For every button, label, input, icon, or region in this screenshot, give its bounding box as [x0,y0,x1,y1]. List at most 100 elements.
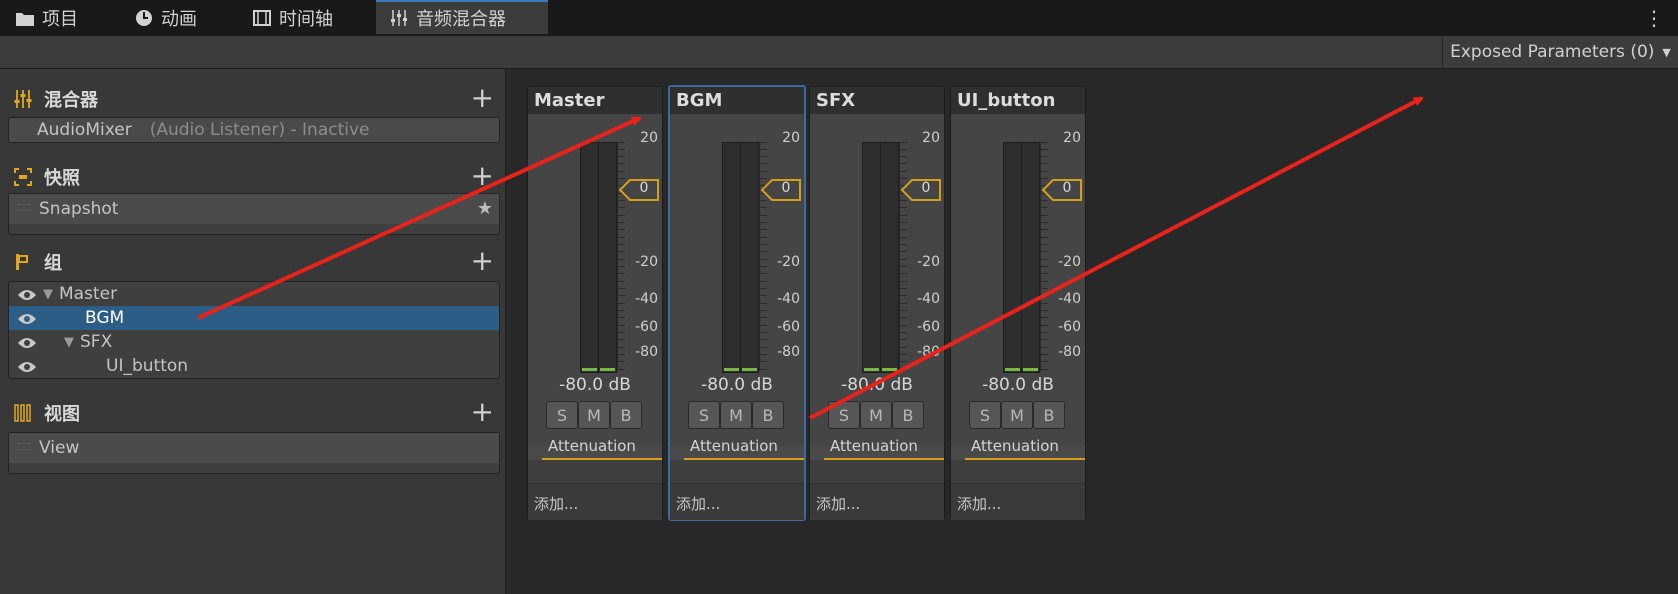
bypass-button[interactable]: B [1033,401,1065,429]
mute-button[interactable]: M [1001,401,1033,429]
add-snapshot-button[interactable]: + [471,162,494,190]
mixer-icon [390,10,408,26]
mute-button[interactable]: M [860,401,892,429]
eye-icon[interactable] [17,287,37,307]
drag-handle-icon[interactable] [17,443,31,450]
scale-tick [618,273,625,274]
scale-label: -20 [917,254,940,270]
scale-tick [760,251,767,252]
scale-label: -60 [635,319,658,335]
solo-button[interactable]: S [828,401,860,429]
scale-tick [618,369,625,370]
views-title: 视图 [44,404,80,425]
scale-tick [1041,369,1048,370]
drag-handle-icon[interactable] [17,204,31,211]
views-header: 视图 + [14,398,494,426]
strip-name-label: UI_button [957,90,1056,111]
scale-tick [760,229,767,230]
groups-header: 组 + [14,247,494,275]
snapshot-item[interactable]: Snapshot ★ [9,194,499,224]
bypass-button[interactable]: B [892,401,924,429]
attenuation-effect[interactable]: Attenuation [824,434,944,460]
attenuation-effect[interactable]: Attenuation [542,434,662,460]
tab-animation-label: 动画 [161,9,197,30]
snapshots-title: 快照 [44,168,80,189]
add-group-button[interactable]: + [471,247,494,275]
bypass-button[interactable]: B [752,401,784,429]
attenuation-effect[interactable]: Attenuation [965,434,1085,460]
eye-icon[interactable] [17,311,37,331]
solo-button[interactable]: S [688,401,720,429]
scale-tick [900,222,907,223]
solo-button[interactable]: S [969,401,1001,429]
tab-animation[interactable]: 动画 [135,0,197,36]
scale-tick [618,244,625,245]
scale-tick [900,361,907,362]
group-label-bgm: BGM [85,308,125,328]
solo-button[interactable]: S [546,401,578,429]
expand-triangle-icon[interactable]: ▼ [64,335,74,350]
scale-tick [900,229,907,230]
scale-tick [900,156,907,157]
eye-icon[interactable] [17,359,37,379]
group-row-sfx[interactable]: ▼ SFX [9,330,499,354]
strip-header: BGM [670,87,804,114]
scale-line [759,142,760,371]
group-row-ui-button[interactable]: UI_button [9,354,499,378]
scale-tick [900,149,907,150]
exposed-parameters-dropdown[interactable]: Exposed Parameters (0) ▼ [1442,36,1678,68]
add-effect-button[interactable]: 添加... [810,483,944,520]
scale-tick [760,273,767,274]
scale-tick [1041,244,1048,245]
scale-tick [618,317,625,318]
fader-value: 0 [1062,180,1072,196]
fader-handle[interactable]: 0 [618,179,659,201]
group-row-bgm[interactable]: BGM [9,306,499,330]
scale-tick [1041,237,1048,238]
mute-button[interactable]: M [720,401,752,429]
fader-handle[interactable]: 0 [1041,179,1082,201]
scale-tick [1041,229,1048,230]
add-view-button[interactable]: + [471,398,494,426]
strip-db-label: -80.0 dB [701,375,773,395]
level-meter-right [598,142,617,373]
scale-label: -40 [777,291,800,307]
more-menu-icon[interactable]: ⋮ [1644,6,1664,30]
mute-button[interactable]: M [578,401,610,429]
scale-tick [1041,171,1048,172]
strip-db-label: -80.0 dB [982,375,1054,395]
snapshot-icon [14,168,36,186]
view-item[interactable]: View [9,433,499,463]
caret-down-icon: ▼ [1662,45,1671,59]
expand-triangle-icon[interactable]: ▼ [43,287,53,302]
tab-timeline[interactable]: 时间轴 [253,0,333,36]
mixer-strip-bgm[interactable]: BGM 20 -20 -40 -60 -80 0 -80.0 dB S M B Atte… [668,85,806,521]
bypass-button[interactable]: B [610,401,642,429]
eye-icon[interactable] [17,335,37,355]
scale-tick [1041,163,1048,164]
scale-label: 20 [782,130,800,146]
tab-audio-mixer[interactable]: 音频混合器 [376,0,548,34]
add-effect-button[interactable]: 添加... [528,483,662,520]
scale-tick [760,317,767,318]
scale-tick [760,222,767,223]
star-icon[interactable]: ★ [477,198,493,219]
tab-project[interactable]: 项目 [16,0,78,36]
level-meter-left [580,142,599,373]
fader-handle[interactable]: 0 [760,179,801,201]
scale-label: 20 [922,130,940,146]
tab-bar: 项目 动画 时间轴 音频混合器 ⋮ [0,0,1678,36]
group-row-master[interactable]: ▼ Master [9,282,499,306]
mixer-strip-sfx[interactable]: SFX 20 -20 -40 -60 -80 0 -80.0 dB S M B Atte… [809,86,945,520]
attenuation-effect[interactable]: Attenuation [684,434,804,460]
mixer-strip-master[interactable]: Master 20 -20 -40 -60 -80 0 -80.0 dB S M B A… [527,86,663,520]
add-mixer-button[interactable]: + [471,84,494,112]
scale-tick [900,244,907,245]
add-effect-button[interactable]: 添加... [951,483,1085,520]
scale-tick [618,339,625,340]
mixer-item[interactable]: AudioMixer (Audio Listener) - Inactive [9,118,499,142]
add-effect-button[interactable]: 添加... [670,483,804,520]
mixer-strip-ui-button[interactable]: UI_button 20 -20 -40 -60 -80 0 -80.0 dB S M … [950,86,1086,520]
scale-label: -60 [777,319,800,335]
fader-handle[interactable]: 0 [900,179,941,201]
